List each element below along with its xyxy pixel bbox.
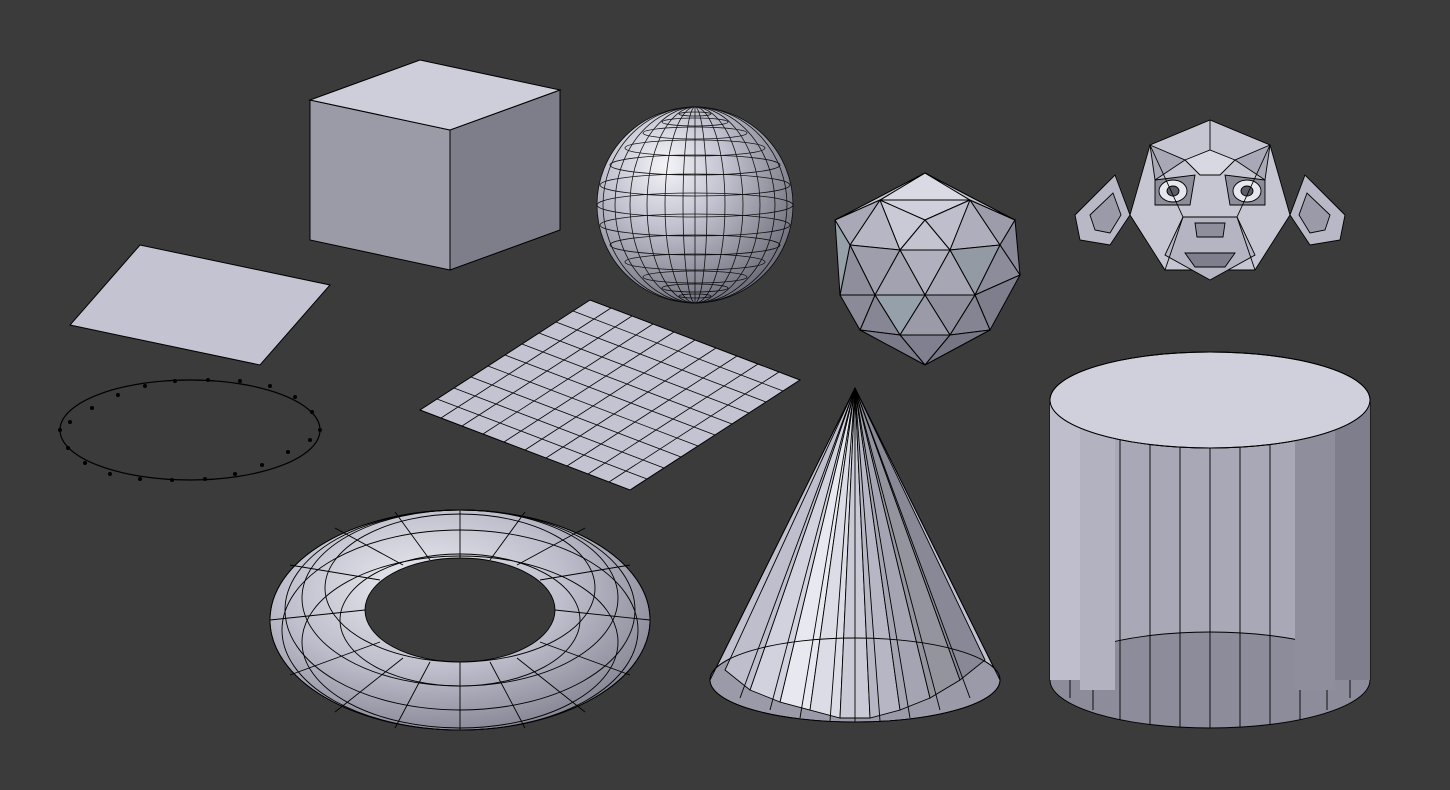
object-ico-sphere[interactable] [820,165,1030,375]
object-torus[interactable] [255,470,665,760]
object-cone[interactable] [700,380,1010,740]
3d-viewport[interactable] [0,0,1450,790]
object-cylinder[interactable] [1035,330,1385,740]
object-monkey[interactable] [1055,105,1365,295]
object-uv-sphere[interactable] [590,100,800,310]
object-cube[interactable] [290,30,570,280]
